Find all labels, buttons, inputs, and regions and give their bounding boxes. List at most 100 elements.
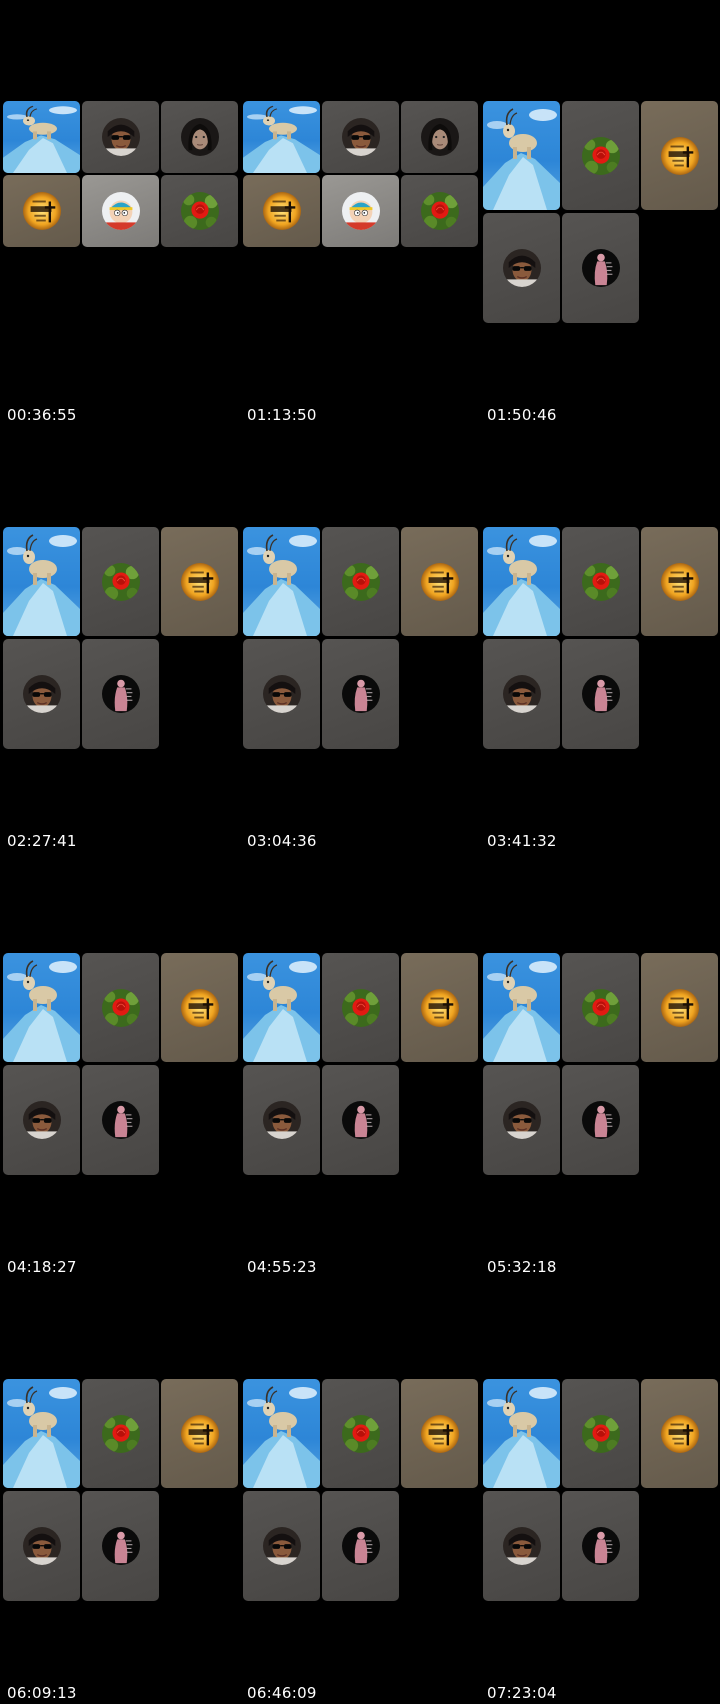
avatar-sunglasses <box>262 675 301 713</box>
participant-tile-rose[interactable] <box>322 527 399 636</box>
participant-tile-pink-figure[interactable] <box>82 1065 159 1175</box>
participant-tile-goat[interactable] <box>3 953 80 1062</box>
video-frame-thumbnail: 04:55:23 <box>243 953 479 1276</box>
avatar-cross-text <box>420 988 459 1027</box>
participant-tile-sunglasses[interactable] <box>243 639 320 749</box>
participant-tile-rose[interactable] <box>562 101 639 210</box>
participant-grid <box>243 101 479 341</box>
participant-tile-goat[interactable] <box>243 1379 320 1488</box>
avatar-pink-figure <box>581 249 620 287</box>
participant-tile-sunglasses[interactable] <box>483 1065 560 1175</box>
avatar-red-rose <box>341 988 380 1027</box>
participant-tile-cartman[interactable] <box>322 175 399 247</box>
participant-tile-pink-figure[interactable] <box>562 639 639 749</box>
participant-tile-cross[interactable] <box>161 527 238 636</box>
participant-tile-pink-figure[interactable] <box>82 639 159 749</box>
participant-tile-pink-figure[interactable] <box>322 1065 399 1175</box>
participant-tile-dark-hair[interactable] <box>401 101 478 173</box>
avatar-cartoon <box>101 192 140 230</box>
participant-tile-sunglasses[interactable] <box>322 101 399 173</box>
video-frame-thumbnail: 05:32:18 <box>483 953 719 1276</box>
participant-tile-pink-figure[interactable] <box>322 1491 399 1601</box>
avatar-sunglasses <box>341 118 380 156</box>
participant-tile-rose[interactable] <box>562 527 639 636</box>
participant-tile-cross[interactable] <box>243 175 320 247</box>
participant-tile-sunglasses[interactable] <box>483 213 560 323</box>
participant-tile-rose[interactable] <box>82 953 159 1062</box>
participant-tile-sunglasses[interactable] <box>3 1491 80 1601</box>
participant-tile-cross[interactable] <box>161 1379 238 1488</box>
participant-tile-cross[interactable] <box>3 175 80 247</box>
participant-tile-goat[interactable] <box>483 527 560 636</box>
avatar-red-rose <box>420 192 459 230</box>
participant-grid <box>483 953 719 1193</box>
participant-tile-goat[interactable] <box>483 953 560 1062</box>
participant-tile-rose[interactable] <box>562 953 639 1062</box>
participant-grid <box>243 953 479 1193</box>
avatar-cross-text <box>660 136 699 175</box>
participant-tile-pink-figure[interactable] <box>562 1491 639 1601</box>
goat-image <box>243 527 320 636</box>
participant-tile-cross[interactable] <box>641 527 718 636</box>
avatar-pink-figure <box>581 1527 620 1565</box>
participant-tile-rose[interactable] <box>82 527 159 636</box>
participant-tile-goat[interactable] <box>3 1379 80 1488</box>
avatar-cross-text <box>660 988 699 1027</box>
participant-tile-sunglasses[interactable] <box>82 101 159 173</box>
participant-grid <box>483 101 719 341</box>
participant-grid <box>243 1379 479 1619</box>
avatar-cross-text <box>22 192 61 230</box>
participant-tile-cross[interactable] <box>401 1379 478 1488</box>
participant-tile-cross[interactable] <box>641 1379 718 1488</box>
participant-tile-dark-hair[interactable] <box>161 101 238 173</box>
avatar-sunglasses <box>22 675 61 713</box>
avatar-cartoon <box>341 192 380 230</box>
participant-tile-rose[interactable] <box>401 175 478 247</box>
avatar-dark-hair <box>420 118 459 156</box>
participant-tile-rose[interactable] <box>82 1379 159 1488</box>
participant-tile-cross[interactable] <box>401 527 478 636</box>
participant-tile-goat[interactable] <box>483 101 560 210</box>
avatar-red-rose <box>341 1414 380 1453</box>
participant-tile-cross[interactable] <box>401 953 478 1062</box>
participant-tile-pink-figure[interactable] <box>82 1491 159 1601</box>
avatar-sunglasses <box>22 1101 61 1139</box>
participant-tile-sunglasses[interactable] <box>3 1065 80 1175</box>
avatar-cross-text <box>180 988 219 1027</box>
participant-tile-cross[interactable] <box>641 953 718 1062</box>
participant-tile-cartman[interactable] <box>82 175 159 247</box>
participant-tile-sunglasses[interactable] <box>243 1491 320 1601</box>
goat-image <box>3 527 80 636</box>
participant-tile-rose[interactable] <box>322 1379 399 1488</box>
participant-tile-cross[interactable] <box>641 101 718 210</box>
participant-tile-goat[interactable] <box>3 101 80 173</box>
goat-image <box>3 101 80 173</box>
avatar-cross-text <box>262 192 301 230</box>
participant-tile-goat[interactable] <box>243 527 320 636</box>
participant-tile-rose[interactable] <box>161 175 238 247</box>
participant-tile-pink-figure[interactable] <box>562 1065 639 1175</box>
avatar-pink-figure <box>101 675 140 713</box>
participant-tile-pink-figure[interactable] <box>562 213 639 323</box>
participant-tile-sunglasses[interactable] <box>483 1491 560 1601</box>
participant-tile-goat[interactable] <box>243 101 320 173</box>
participant-tile-rose[interactable] <box>322 953 399 1062</box>
frame-timestamp: 02:27:41 <box>7 832 77 850</box>
participant-tile-goat[interactable] <box>3 527 80 636</box>
video-frame-thumbnail: 02:27:41 <box>3 527 239 850</box>
avatar-dark-hair <box>180 118 219 156</box>
avatar-sunglasses <box>502 1101 541 1139</box>
participant-tile-goat[interactable] <box>243 953 320 1062</box>
avatar-red-rose <box>581 136 620 175</box>
participant-tile-rose[interactable] <box>562 1379 639 1488</box>
video-frame-thumbnail: 07:23:04 <box>483 1379 719 1702</box>
participant-tile-sunglasses[interactable] <box>243 1065 320 1175</box>
participant-tile-sunglasses[interactable] <box>3 639 80 749</box>
avatar-sunglasses <box>502 675 541 713</box>
avatar-sunglasses <box>262 1101 301 1139</box>
participant-tile-goat[interactable] <box>483 1379 560 1488</box>
avatar-sunglasses <box>502 249 541 287</box>
participant-tile-pink-figure[interactable] <box>322 639 399 749</box>
participant-tile-cross[interactable] <box>161 953 238 1062</box>
participant-tile-sunglasses[interactable] <box>483 639 560 749</box>
